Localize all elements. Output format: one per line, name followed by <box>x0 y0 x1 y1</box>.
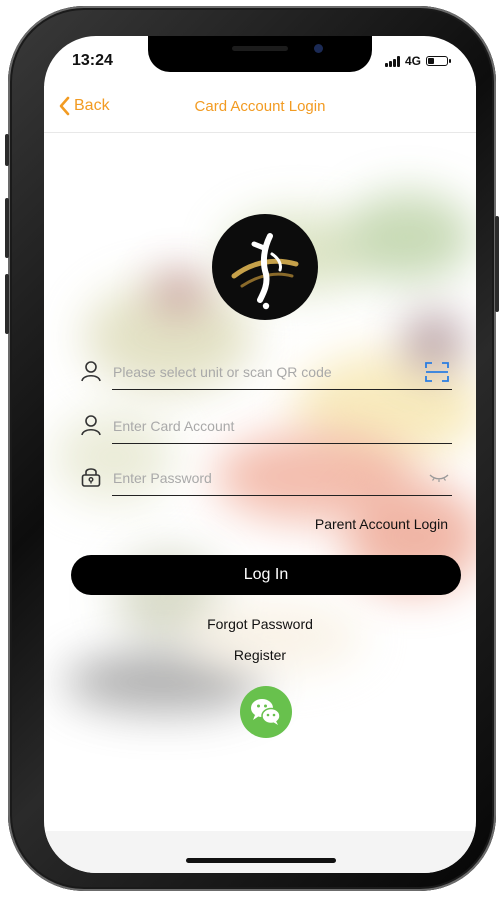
phone-power-button <box>495 216 499 312</box>
phone-mute-switch <box>5 134 9 166</box>
home-indicator[interactable] <box>186 858 336 863</box>
phone-volume-down <box>5 274 9 334</box>
signal-icon <box>384 55 400 67</box>
network-type: 4G <box>404 54 421 68</box>
battery-icon <box>426 56 451 66</box>
notch <box>148 36 372 72</box>
unit-field <box>80 356 452 390</box>
bottom-safe-area <box>44 831 476 873</box>
card-account-field <box>80 410 452 444</box>
app-logo <box>212 214 318 320</box>
forgot-password-row: Forgot Password <box>44 616 476 632</box>
scan-qr-icon[interactable] <box>424 360 450 384</box>
card-account-input[interactable] <box>113 414 413 438</box>
forgot-password-link[interactable]: Forgot Password <box>207 616 313 632</box>
wechat-icon <box>251 699 281 725</box>
unit-input[interactable] <box>113 360 413 384</box>
page-title: Card Account Login <box>194 98 326 115</box>
login-button[interactable]: Log In <box>71 555 461 595</box>
register-link[interactable]: Register <box>234 647 286 663</box>
status-time: 13:24 <box>72 52 113 69</box>
user-icon <box>81 361 101 382</box>
lock-icon <box>81 468 101 487</box>
password-field <box>80 462 452 496</box>
phone-screen: 13:24 4G Back Card Account Login Please … <box>44 36 476 873</box>
register-row: Register <box>44 647 476 663</box>
phone-frame: 13:24 4G Back Card Account Login Please … <box>5 6 499 891</box>
parent-account-login-link[interactable]: Parent Account Login <box>315 516 448 532</box>
nav-bar: Back Card Account Login <box>44 86 476 133</box>
eye-closed-icon[interactable] <box>428 470 450 486</box>
phone-volume-up <box>5 198 9 258</box>
user-icon <box>81 415 101 436</box>
password-input[interactable] <box>113 466 413 490</box>
wechat-login-button[interactable] <box>240 686 292 738</box>
status-indicators: 4G <box>384 54 451 68</box>
